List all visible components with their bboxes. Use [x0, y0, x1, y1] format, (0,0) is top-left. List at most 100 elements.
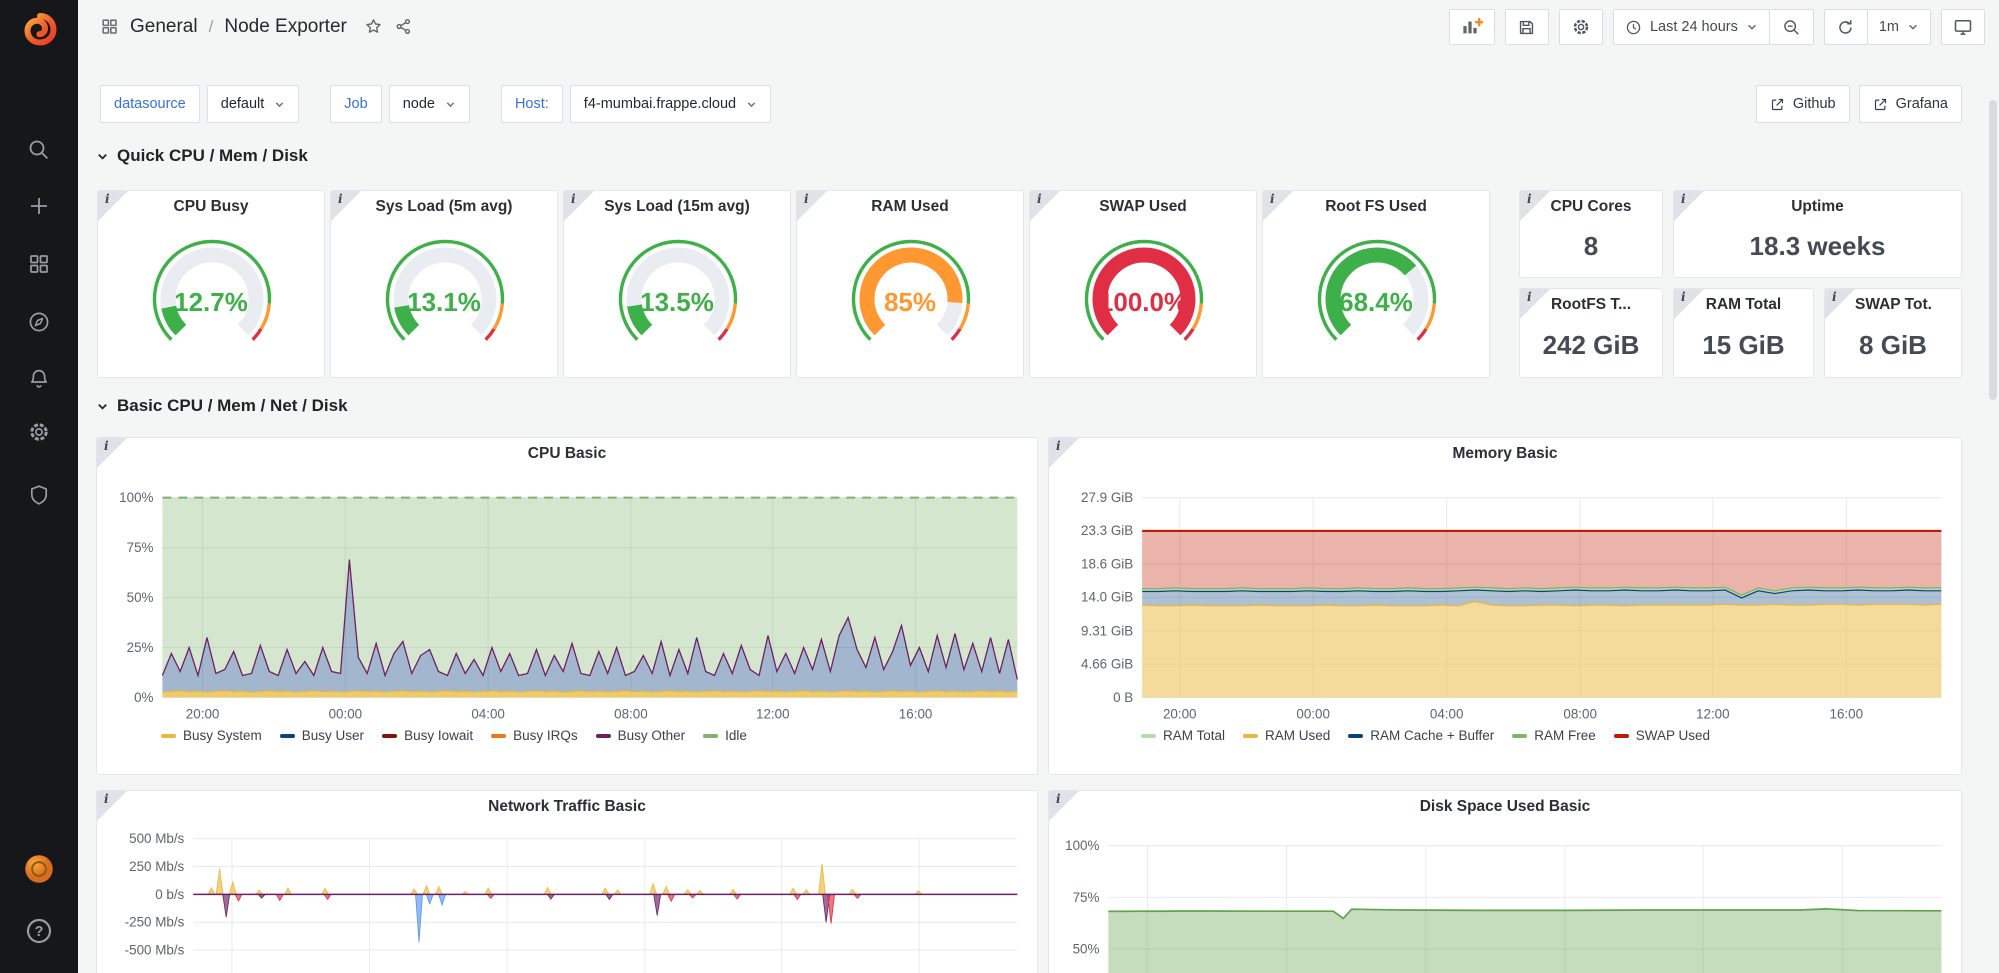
chart-plot-area[interactable]: 500 Mb/s250 Mb/s0 b/s-250 Mb/s-500 Mb/s	[97, 791, 1037, 973]
panel-title[interactable]: Sys Load (5m avg)	[361, 198, 527, 216]
panel-info-corner[interactable]: i	[797, 191, 827, 221]
refresh-icon	[1836, 18, 1855, 37]
sidebar-item-help-icon[interactable]: ?	[24, 916, 54, 940]
panel-title[interactable]: SWAP Tot...	[1855, 296, 1931, 314]
variable-value-job[interactable]: node	[389, 85, 470, 123]
panel-title[interactable]: SWAP Used	[1060, 198, 1226, 216]
legend-item-busy-other[interactable]: Busy Other	[596, 728, 686, 743]
legend-item-busy-user[interactable]: Busy User	[280, 728, 364, 743]
panel-info-corner[interactable]: i	[1263, 191, 1293, 221]
legend-item-swap-used[interactable]: SWAP Used	[1614, 728, 1710, 743]
svg-text:0 b/s: 0 b/s	[155, 887, 184, 902]
panel-info-corner[interactable]: i	[564, 191, 594, 221]
info-icon: i	[105, 192, 110, 206]
legend-item-ram-total[interactable]: RAM Total	[1141, 728, 1225, 743]
svg-text:04:00: 04:00	[1430, 706, 1464, 721]
refresh-interval-picker[interactable]: 1m	[1868, 9, 1931, 45]
panel-title[interactable]: CPU Cores	[1550, 198, 1632, 216]
panel-title[interactable]: RAM Total	[1704, 296, 1783, 314]
legend-swatch	[703, 734, 718, 738]
chart-plot-area[interactable]: 100%75%50%	[1049, 791, 1961, 973]
panel-title[interactable]: Uptime	[1704, 198, 1931, 216]
legend-item-ram-free[interactable]: RAM Free	[1512, 728, 1596, 743]
breadcrumb-section[interactable]: General	[130, 16, 198, 38]
panel-title[interactable]: CPU Busy	[128, 198, 294, 216]
chart-plot-area[interactable]: 0%25%50%75%100%20:0000:0004:0008:0012:00…	[97, 438, 1037, 774]
grafana-logo-icon[interactable]	[19, 10, 59, 50]
variable-label-host[interactable]: Host:	[501, 85, 563, 123]
star-icon[interactable]	[364, 17, 383, 36]
section-title: Basic CPU / Mem / Net / Disk	[117, 396, 348, 416]
panel-title[interactable]: Root FS Used	[1293, 198, 1459, 216]
legend-swatch	[596, 734, 611, 738]
panel-info-corner[interactable]: i	[1520, 191, 1550, 221]
clock-icon	[1625, 19, 1642, 36]
chevron-down-icon	[96, 400, 109, 413]
legend-item-busy-iowait[interactable]: Busy Iowait	[382, 728, 473, 743]
dashboard-link-grafana[interactable]: Grafana	[1859, 85, 1962, 123]
legend-item-idle[interactable]: Idle	[703, 728, 747, 743]
time-range-picker[interactable]: Last 24 hours	[1613, 9, 1770, 45]
info-icon: i	[804, 192, 809, 206]
svg-text:00:00: 00:00	[1296, 706, 1330, 721]
panel-info-corner[interactable]: i	[331, 191, 361, 221]
svg-text:0 B: 0 B	[1113, 690, 1133, 705]
grafana-dashboard: ? General / Node Exporter	[0, 0, 1999, 973]
svg-text:250 Mb/s: 250 Mb/s	[129, 859, 184, 874]
info-icon: i	[1681, 192, 1686, 206]
breadcrumb-page[interactable]: Node Exporter	[224, 16, 347, 38]
panel-info-corner[interactable]: i	[1674, 191, 1704, 221]
refresh-button[interactable]	[1824, 9, 1868, 45]
sidebar-item-alerting-icon[interactable]	[27, 367, 51, 391]
sidebar-item-server-admin-icon[interactable]	[27, 483, 51, 507]
svg-text:08:00: 08:00	[1563, 706, 1597, 721]
legend-item-ram-cache-buffer[interactable]: RAM Cache + Buffer	[1348, 728, 1494, 743]
panel-title[interactable]: Sys Load (15m avg)	[594, 198, 760, 216]
legend-item-busy-irqs[interactable]: Busy IRQs	[491, 728, 578, 743]
stat-value: 15 GiB	[1674, 330, 1813, 361]
svg-text:50%: 50%	[127, 590, 154, 605]
panel-sys-load-5m-avg: iSys Load (5m avg)13.1%	[330, 190, 558, 378]
section-quick-cpu-mem-disk[interactable]: Quick CPU / Mem / Disk	[96, 146, 308, 166]
legend-swatch	[1512, 734, 1527, 738]
svg-text:16:00: 16:00	[1830, 706, 1864, 721]
section-basic-cpu-mem-net-disk[interactable]: Basic CPU / Mem / Net / Disk	[96, 396, 348, 416]
legend-item-busy-system[interactable]: Busy System	[161, 728, 262, 743]
panel-info-corner[interactable]: i	[1825, 289, 1855, 319]
info-corner-triangle	[98, 191, 128, 221]
sidebar-item-search-icon[interactable]	[27, 138, 51, 162]
variable-value-host[interactable]: f4-mumbai.frappe.cloud	[570, 85, 771, 123]
variable-value-datasource[interactable]: default	[207, 85, 300, 123]
monitor-icon	[1953, 17, 1973, 37]
add-panel-button[interactable]	[1449, 9, 1495, 45]
legend-swatch	[1243, 734, 1258, 738]
sidebar-item-user-profile-icon[interactable]	[24, 854, 54, 878]
legend-item-ram-used[interactable]: RAM Used	[1243, 728, 1330, 743]
sidebar-item-explore-icon[interactable]	[27, 310, 51, 334]
scrollbar[interactable]	[1989, 100, 1997, 400]
panel-info-corner[interactable]: i	[98, 191, 128, 221]
legend-label: Busy User	[302, 728, 364, 743]
save-dashboard-button[interactable]	[1505, 9, 1549, 45]
dashboard-links-row: GithubGrafana	[1756, 85, 1962, 123]
panel-title[interactable]: RootFS T...	[1550, 296, 1632, 314]
panel-info-corner[interactable]: i	[1030, 191, 1060, 221]
panel-info-corner[interactable]: i	[1674, 289, 1704, 319]
sidebar-item-add-icon[interactable]	[27, 194, 51, 218]
share-icon[interactable]	[394, 17, 413, 36]
sidebar-item-configuration-icon[interactable]	[27, 420, 51, 444]
chart-plot-area[interactable]: 0 B4.66 GiB9.31 GiB14.0 GiB18.6 GiB23.3 …	[1049, 438, 1961, 774]
cycle-view-mode-button[interactable]	[1941, 9, 1985, 45]
zoom-out-time-button[interactable]	[1770, 9, 1814, 45]
dashboard-settings-button[interactable]	[1559, 9, 1603, 45]
panel-info-corner[interactable]: i	[1520, 289, 1550, 319]
panel-title[interactable]: RAM Used	[827, 198, 993, 216]
info-corner-triangle	[1520, 191, 1550, 221]
info-corner-triangle	[564, 191, 594, 221]
sidebar-item-dashboards-icon[interactable]	[27, 252, 51, 276]
variable-label-datasource[interactable]: datasource	[100, 85, 200, 123]
dashboard-link-github[interactable]: Github	[1756, 85, 1850, 123]
info-icon: i	[1527, 290, 1532, 304]
variable-label-job[interactable]: Job	[330, 85, 381, 123]
info-icon: i	[1270, 192, 1275, 206]
